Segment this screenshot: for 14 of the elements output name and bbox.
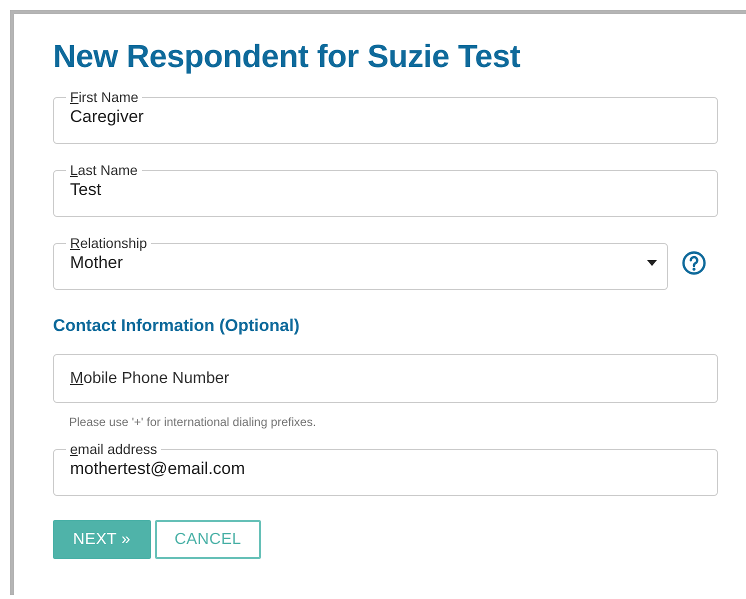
section-heading: Contact Information (Optional) [53,316,300,336]
help-icon[interactable] [682,250,706,274]
input-field[interactable]: First Name Caregiver [53,89,718,144]
input-field[interactable]: Last Name Test [53,162,718,217]
field-label: First Name [69,89,140,105]
page-title: New Respondent for Suzie Test [53,38,522,75]
hint-text: Please use '+' for international dialing prefixes. [69,415,318,429]
caret-icon [647,260,657,266]
field-label: Relationship [69,235,148,251]
field-label: email address [69,441,158,457]
input-field[interactable]: Mobile Phone Number [53,354,718,403]
field-label: Last Name [69,162,139,178]
dropdown[interactable]: Relationship Mother [53,235,668,290]
input-field[interactable]: email address mothertest@email.com [53,441,718,496]
